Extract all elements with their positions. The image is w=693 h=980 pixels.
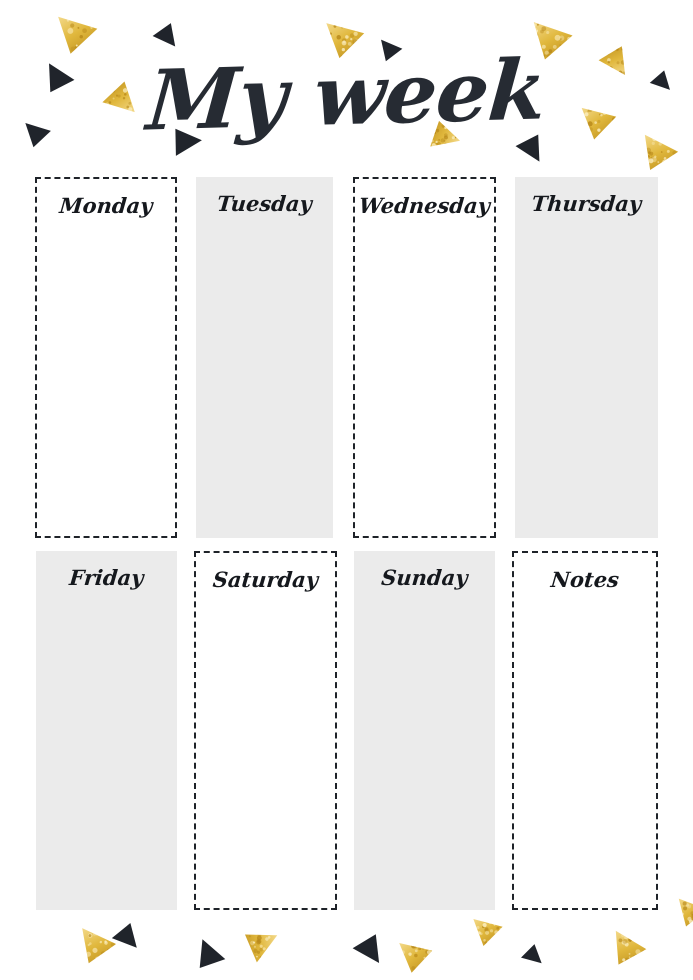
- black-confetti-triangle-icon: [159, 117, 207, 165]
- black-confetti-triangle-icon: [108, 917, 144, 953]
- black-confetti-triangle-icon: [186, 934, 233, 980]
- gold-confetti-triangle-icon: [632, 128, 685, 181]
- title-area: My week: [0, 36, 693, 154]
- black-confetti-triangle-icon: [647, 66, 675, 94]
- day-label-friday: Friday: [68, 565, 145, 590]
- gold-confetti-triangle-icon: [420, 113, 464, 157]
- gold-confetti-triangle-icon: [601, 924, 653, 976]
- gold-confetti-triangle-icon: [320, 16, 368, 64]
- gold-confetti-triangle-icon: [232, 918, 283, 969]
- day-box-sunday[interactable]: Sunday: [354, 551, 495, 910]
- black-confetti-triangle-icon: [374, 35, 406, 67]
- black-confetti-triangle-icon: [20, 118, 54, 152]
- day-box-monday[interactable]: Monday: [35, 177, 177, 538]
- page-title: My week: [143, 39, 550, 150]
- day-box-tuesday[interactable]: Tuesday: [196, 177, 333, 538]
- day-box-friday[interactable]: Friday: [36, 551, 177, 910]
- gold-confetti-triangle-icon: [468, 913, 505, 950]
- day-box-thursday[interactable]: Thursday: [515, 177, 658, 538]
- day-box-saturday[interactable]: Saturday: [194, 551, 337, 910]
- black-confetti-triangle-icon: [510, 125, 552, 167]
- gold-confetti-triangle-icon: [70, 921, 122, 973]
- gold-confetti-triangle-icon: [99, 76, 142, 119]
- day-box-notes[interactable]: Notes: [512, 551, 658, 910]
- day-box-wednesday[interactable]: Wednesday: [353, 177, 496, 538]
- black-confetti-triangle-icon: [347, 925, 391, 969]
- black-confetti-triangle-icon: [149, 17, 184, 52]
- gold-confetti-triangle-icon: [524, 14, 577, 67]
- day-label-tuesday: Tuesday: [216, 191, 313, 216]
- gold-confetti-triangle-icon: [593, 37, 637, 81]
- day-label-thursday: Thursday: [530, 191, 643, 216]
- day-label-saturday: Saturday: [211, 567, 320, 592]
- gold-confetti-triangle-icon: [576, 101, 619, 144]
- day-label-sunday: Sunday: [380, 565, 469, 590]
- gold-confetti-triangle-icon: [50, 9, 102, 61]
- planner-page: My week Monday Tuesday Wednesday Thursday Fr…: [0, 0, 693, 980]
- day-label-monday: Monday: [58, 193, 154, 218]
- black-confetti-triangle-icon: [36, 58, 81, 103]
- day-label-notes: Notes: [549, 567, 621, 592]
- day-label-wednesday: Wednesday: [357, 193, 492, 218]
- black-confetti-triangle-icon: [519, 941, 545, 967]
- gold-confetti-triangle-icon: [395, 937, 436, 978]
- gold-confetti-triangle-icon: [671, 893, 693, 933]
